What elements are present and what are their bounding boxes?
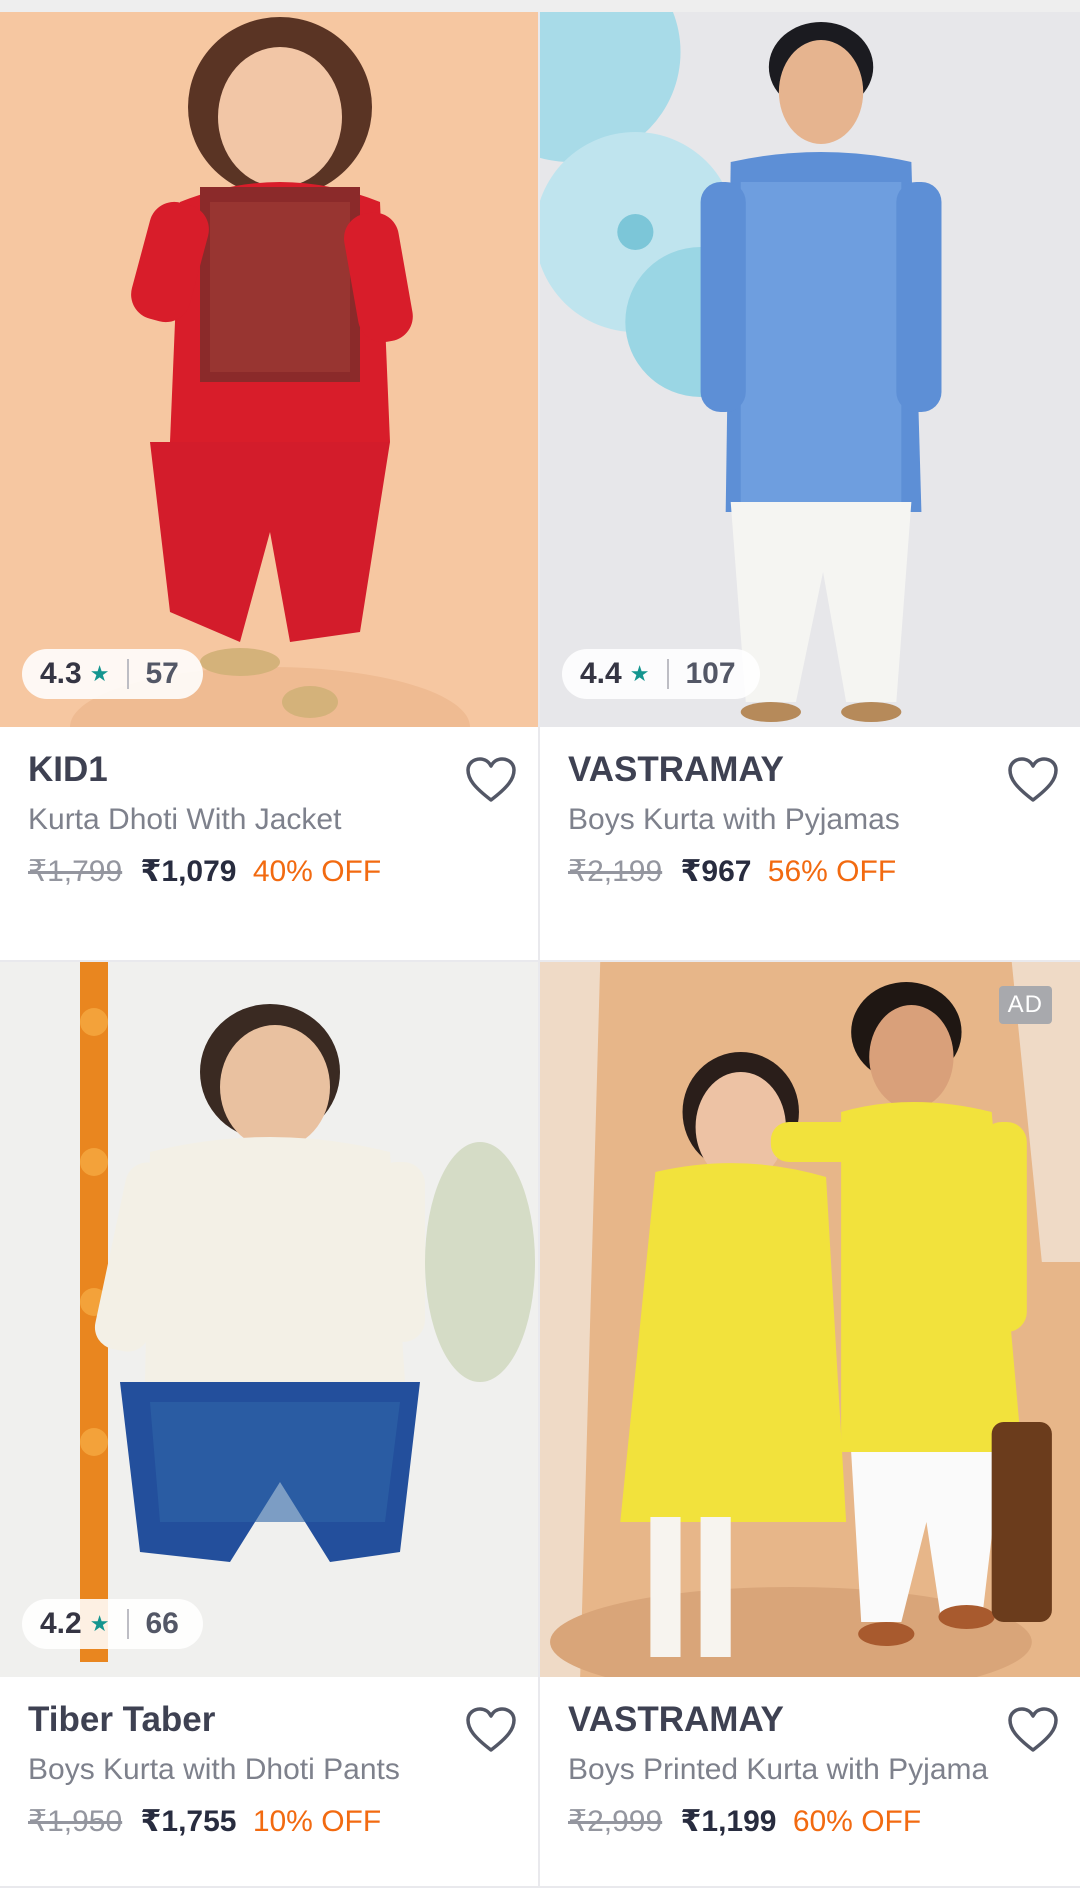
- rating-divider: [667, 659, 670, 689]
- price-row: ₹2,199 ₹967 56% OFF: [568, 845, 1052, 899]
- product-info[interactable]: VASTRAMAY Boys Kurta with Pyjamas ₹2,199…: [540, 727, 1080, 899]
- product-brand: VASTRAMAY: [568, 750, 784, 789]
- rating-pill: 4.4 ★ 107: [562, 649, 760, 699]
- product-brand: KID1: [28, 750, 108, 789]
- heart-outline-icon[interactable]: [1006, 1705, 1060, 1755]
- product-photo-siblings-yellow: [540, 962, 1080, 1677]
- price-row: ₹1,799 ₹1,079 40% OFF: [28, 845, 510, 899]
- product-grid: 4.3 ★ 57 KID1 Kurta Dhoti With Jacket ₹1…: [0, 0, 1080, 1888]
- rating-count: 107: [685, 657, 736, 690]
- rating-pill: 4.2 ★ 66: [22, 1599, 203, 1649]
- discount: 60% OFF: [792, 1805, 922, 1838]
- product-card[interactable]: 4.3 ★ 57 KID1 Kurta Dhoti With Jacket ₹1…: [0, 12, 540, 962]
- mrp: ₹1,950: [28, 1805, 123, 1838]
- star-icon: ★: [629, 661, 650, 686]
- mrp: ₹1,799: [28, 855, 123, 888]
- product-info[interactable]: VASTRAMAY Boys Printed Kurta with Pyjama…: [540, 1677, 1080, 1849]
- price-row: ₹1,950 ₹1,755 10% OFF: [28, 1795, 510, 1849]
- product-brand: VASTRAMAY: [568, 1700, 784, 1739]
- selling-price: ₹1,755: [140, 1805, 237, 1838]
- selling-price: ₹1,079: [140, 855, 237, 888]
- product-name: Boys Printed Kurta with Pyjama: [568, 1753, 989, 1786]
- product-name: Boys Kurta with Dhoti Pants: [28, 1753, 400, 1786]
- mrp: ₹2,999: [568, 1805, 663, 1838]
- rating-value: 4.2: [40, 1607, 82, 1640]
- product-image[interactable]: 4.4 ★ 107: [540, 12, 1080, 727]
- star-icon: ★: [89, 1611, 110, 1636]
- product-image[interactable]: 4.3 ★ 57: [0, 12, 538, 727]
- product-image[interactable]: 4.2 ★ 66: [0, 962, 538, 1677]
- heart-outline-icon[interactable]: [1006, 755, 1060, 805]
- product-info[interactable]: KID1 Kurta Dhoti With Jacket ₹1,799 ₹1,0…: [0, 727, 538, 899]
- product-photo-boy-blue-kurta: [540, 12, 1080, 727]
- discount: 56% OFF: [767, 855, 897, 888]
- selling-price: ₹967: [680, 855, 752, 888]
- mrp: ₹2,199: [568, 855, 663, 888]
- product-info[interactable]: Tiber Taber Boys Kurta with Dhoti Pants …: [0, 1677, 538, 1849]
- selling-price: ₹1,199: [680, 1805, 777, 1838]
- product-photo-toddler-dhoti: [0, 962, 538, 1677]
- star-icon: ★: [89, 661, 110, 686]
- rating-value: 4.4: [580, 657, 622, 690]
- rating-value: 4.3: [40, 657, 82, 690]
- product-card[interactable]: AD VASTRAMAY Boys Printed Kurta with Pyj…: [540, 962, 1080, 1888]
- discount: 40% OFF: [252, 855, 382, 888]
- product-card[interactable]: 4.2 ★ 66 Tiber Taber Boys Kurta with Dho…: [0, 962, 540, 1888]
- product-name: Kurta Dhoti With Jacket: [28, 803, 342, 836]
- rating-divider: [127, 659, 130, 689]
- heart-outline-icon[interactable]: [464, 1705, 518, 1755]
- product-name: Boys Kurta with Pyjamas: [568, 803, 900, 836]
- heart-outline-icon[interactable]: [464, 755, 518, 805]
- product-card[interactable]: 4.4 ★ 107 VASTRAMAY Boys Kurta with Pyja…: [540, 12, 1080, 962]
- ad-badge: AD: [998, 986, 1052, 1024]
- rating-count: 66: [145, 1607, 179, 1640]
- price-row: ₹2,999 ₹1,199 60% OFF: [568, 1795, 1052, 1849]
- product-photo-kid-red-kurta: [0, 12, 538, 727]
- discount: 10% OFF: [252, 1805, 382, 1838]
- rating-count: 57: [145, 657, 179, 690]
- rating-pill: 4.3 ★ 57: [22, 649, 203, 699]
- rating-divider: [127, 1609, 130, 1639]
- product-brand: Tiber Taber: [28, 1700, 216, 1739]
- product-image[interactable]: AD: [540, 962, 1080, 1677]
